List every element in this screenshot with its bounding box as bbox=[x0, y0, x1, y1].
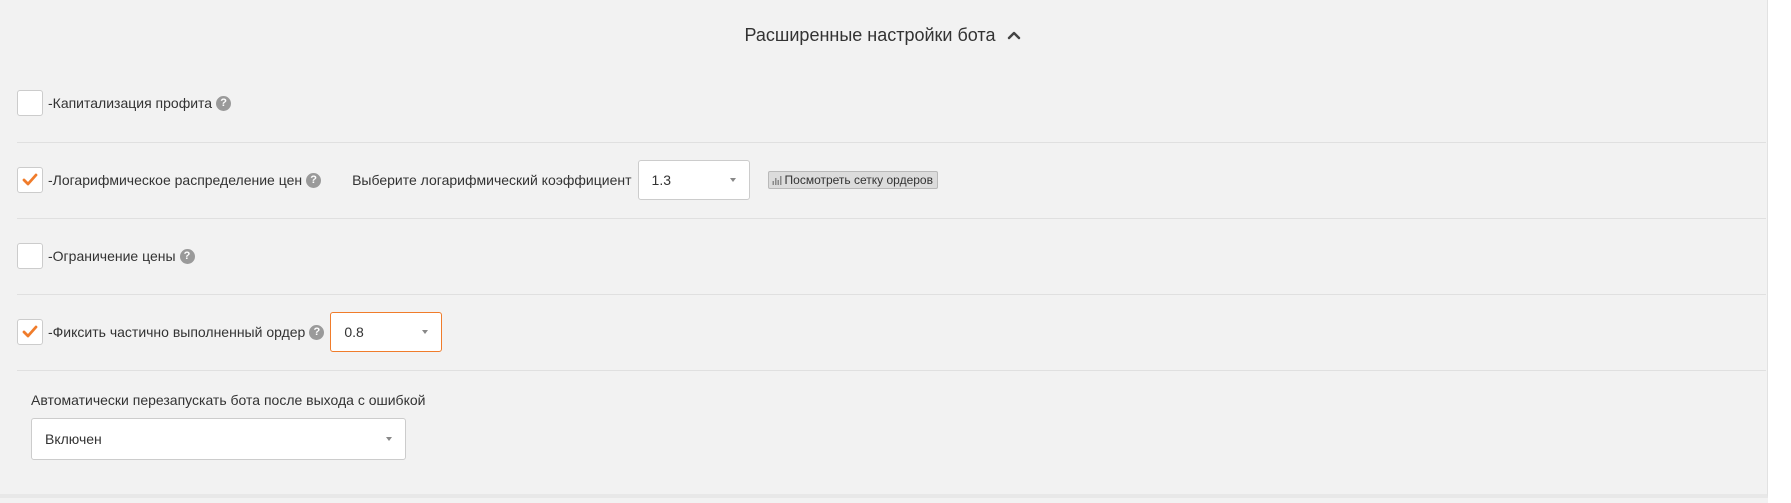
divider bbox=[17, 218, 1766, 219]
chevron-up-icon[interactable] bbox=[1005, 26, 1023, 44]
scrollbar-gutter[interactable] bbox=[1768, 0, 1791, 503]
auto-restart-label: Автоматически перезапускать бота после в… bbox=[31, 392, 426, 408]
option-row-partial-fix: -Фиксить частично выполненный ордер ? 0.… bbox=[17, 312, 443, 352]
caret-down-icon bbox=[386, 437, 392, 441]
price-limit-checkbox[interactable] bbox=[17, 243, 43, 269]
caret-down-icon bbox=[729, 178, 736, 182]
log-distribution-label: -Логарифмическое распределение цен bbox=[48, 172, 303, 188]
partial-fix-checkbox[interactable] bbox=[17, 319, 43, 345]
help-icon[interactable]: ? bbox=[309, 324, 325, 340]
help-icon[interactable]: ? bbox=[179, 248, 195, 264]
partial-fix-select[interactable]: 0.8 bbox=[330, 312, 443, 352]
log-distribution-checkbox[interactable] bbox=[17, 167, 43, 193]
checkmark-icon bbox=[22, 173, 38, 186]
divider bbox=[17, 370, 1766, 371]
advanced-settings-panel: Расширенные настройки бота -Капитализаци… bbox=[0, 0, 1768, 498]
profit-capitalization-checkbox[interactable] bbox=[17, 90, 43, 116]
divider bbox=[17, 142, 1766, 143]
log-coefficient-select[interactable]: 1.3 bbox=[637, 160, 750, 200]
profit-capitalization-label: -Капитализация профита bbox=[48, 95, 213, 111]
advanced-settings-header[interactable]: Расширенные настройки бота bbox=[0, 18, 1768, 52]
log-coefficient-value: 1.3 bbox=[651, 172, 671, 188]
caret-down-icon bbox=[422, 330, 429, 334]
partial-fix-value: 0.8 bbox=[344, 324, 364, 340]
auto-restart-select[interactable]: Включен bbox=[31, 418, 406, 460]
auto-restart-value: Включен bbox=[45, 431, 102, 447]
bar-chart-icon bbox=[772, 176, 782, 185]
help-icon[interactable]: ? bbox=[216, 95, 232, 111]
log-coefficient-label: Выберите логарифмический коэффициент bbox=[352, 172, 632, 188]
view-order-grid-label: Посмотреть сетку ордеров bbox=[784, 173, 933, 187]
partial-fix-label: -Фиксить частично выполненный ордер bbox=[48, 324, 306, 340]
help-icon[interactable]: ? bbox=[306, 172, 322, 188]
checkmark-icon bbox=[22, 325, 38, 338]
option-row-profit-capitalization: -Капитализация профита ? bbox=[17, 90, 232, 116]
option-row-log-distribution: -Логарифмическое распределение цен ? Выб… bbox=[17, 160, 938, 200]
divider bbox=[17, 294, 1766, 295]
price-limit-label: -Ограничение цены bbox=[48, 248, 176, 264]
view-order-grid-button[interactable]: Посмотреть сетку ордеров bbox=[767, 171, 938, 189]
advanced-settings-title: Расширенные настройки бота bbox=[744, 24, 996, 45]
option-row-price-limit: -Ограничение цены ? bbox=[17, 243, 195, 269]
